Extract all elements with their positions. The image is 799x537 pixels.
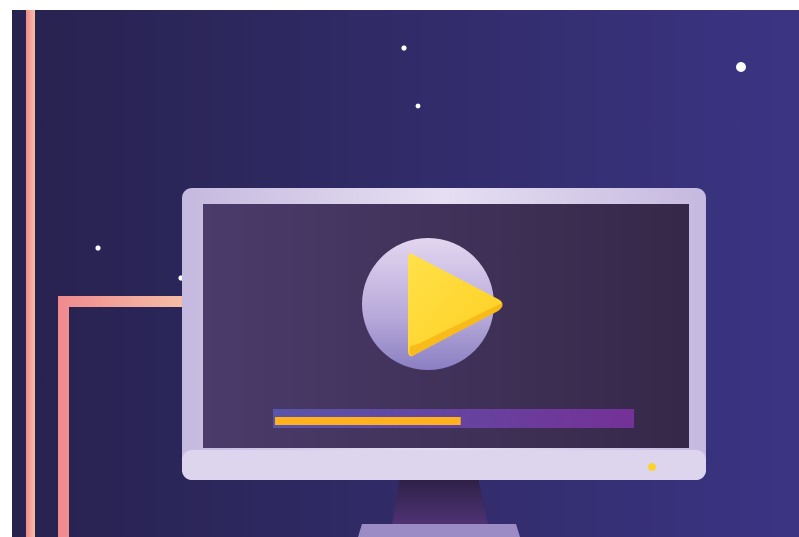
- progress-fill: [275, 417, 461, 425]
- video-illustration: [0, 0, 799, 537]
- cable-vertical-outer: [26, 10, 35, 537]
- power-led: [648, 463, 656, 471]
- monitor-stand-base: [358, 524, 520, 537]
- illustration-canvas: [12, 10, 799, 537]
- monitor-stand-neck: [392, 478, 488, 525]
- monitor-chin: [182, 450, 706, 480]
- star: [95, 245, 101, 251]
- star: [401, 45, 407, 51]
- video-progress-bar[interactable]: [273, 409, 634, 428]
- star: [736, 62, 746, 72]
- star: [415, 103, 421, 109]
